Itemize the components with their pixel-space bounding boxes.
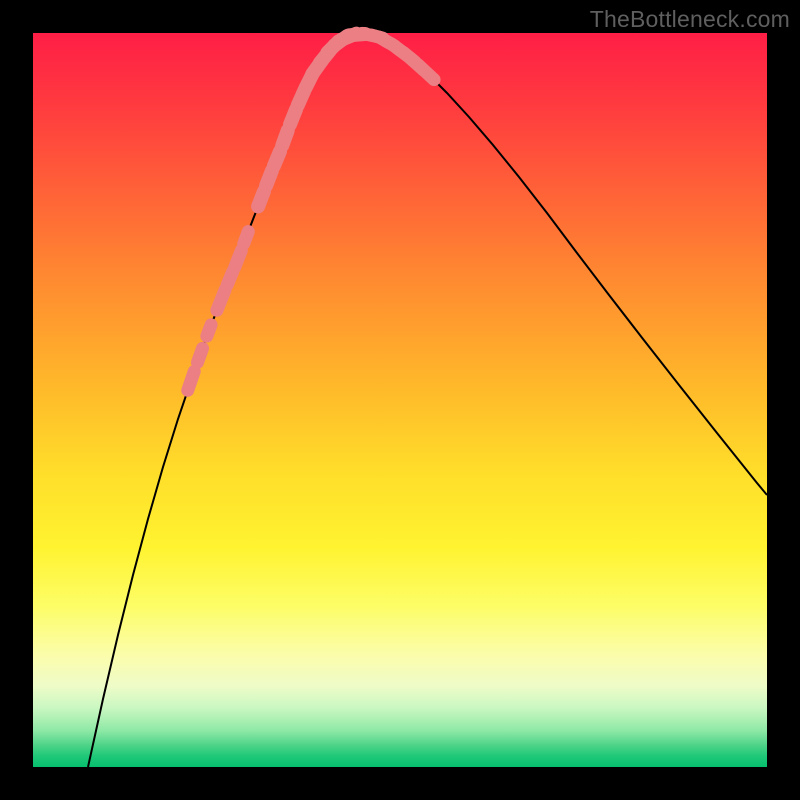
marker-valley-fill	[258, 34, 365, 207]
plot-area	[33, 33, 767, 767]
marker-cluster-left	[188, 232, 249, 391]
watermark-text: TheBottleneck.com	[590, 6, 790, 33]
bottleneck-curve-svg	[33, 33, 767, 767]
chart-frame: TheBottleneck.com	[0, 0, 800, 800]
marker-cluster-right	[362, 33, 434, 79]
bottleneck-curve-path	[88, 34, 767, 767]
